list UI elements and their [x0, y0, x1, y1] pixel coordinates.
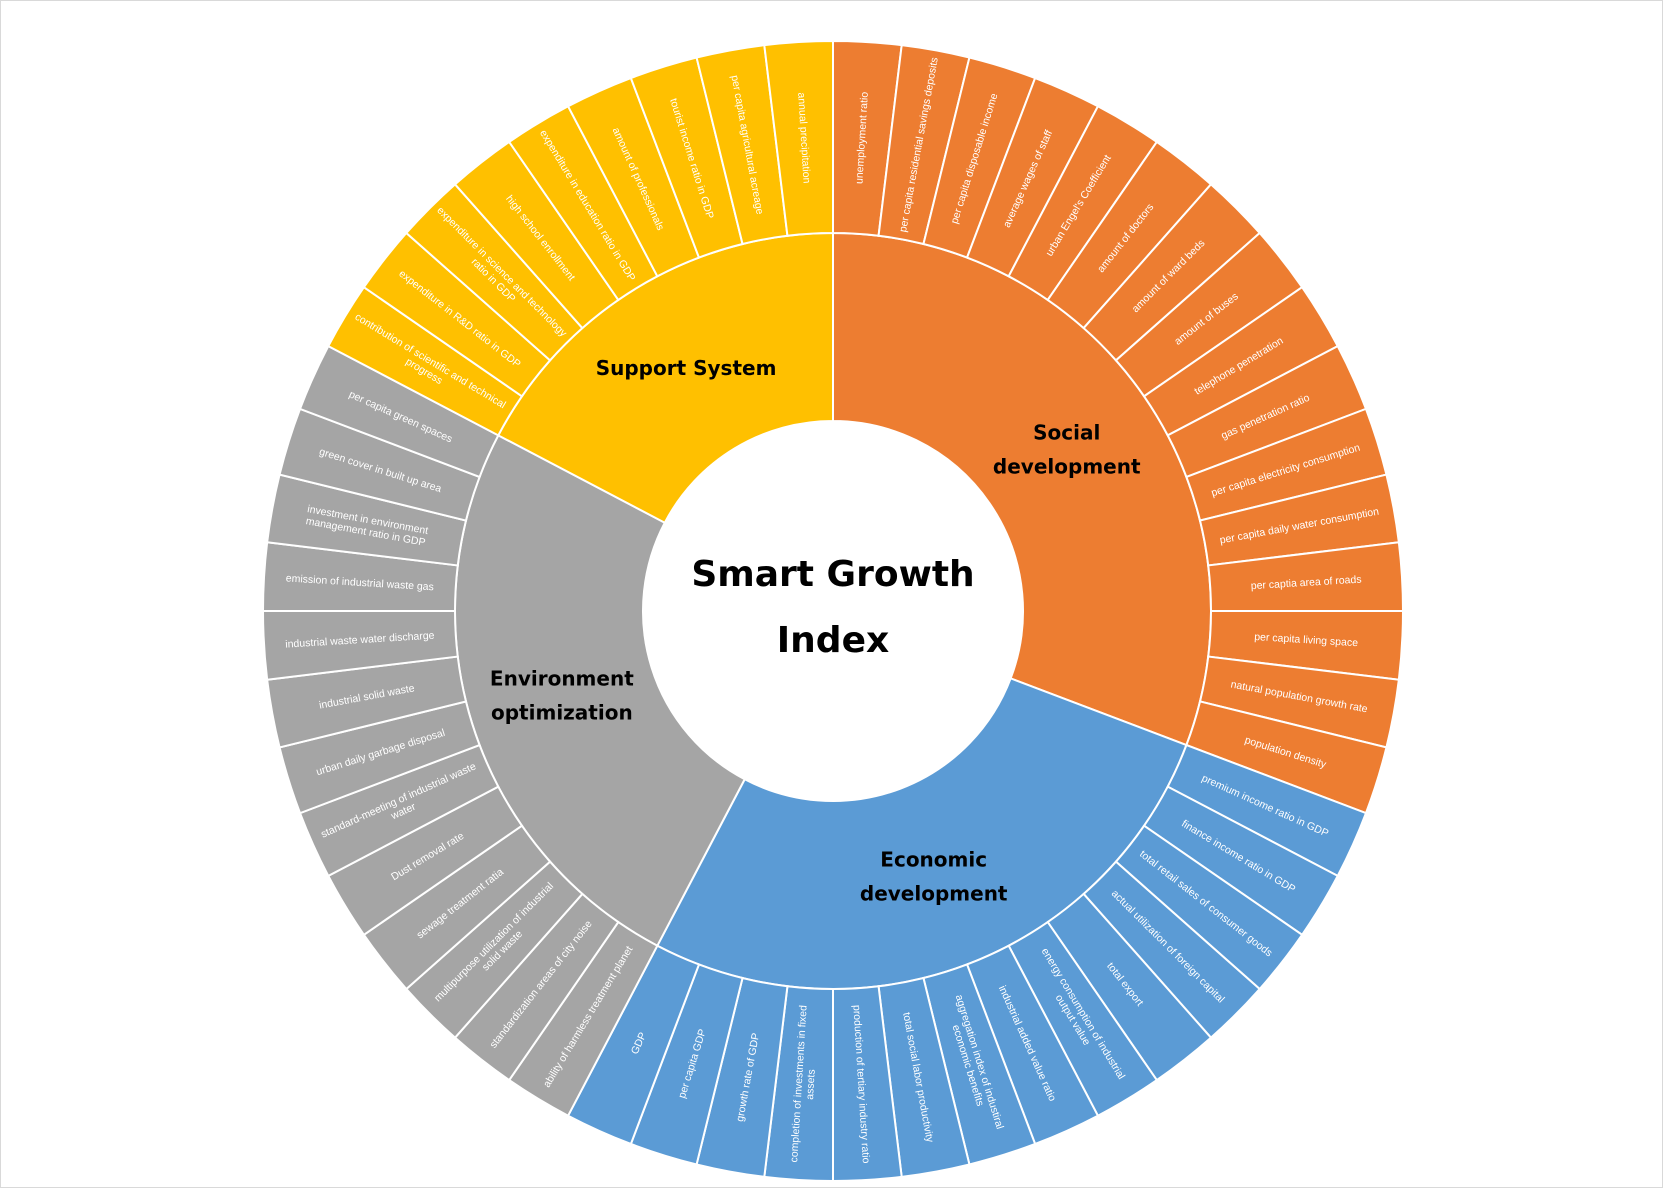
center-circle: [644, 422, 1022, 800]
group-label-line: optimization: [491, 700, 633, 724]
center-title-line: Smart Growth: [691, 554, 974, 595]
group-label-support-system: Support System: [596, 356, 777, 380]
group-label-line: Environment: [490, 666, 634, 690]
group-label-line: Economic: [880, 848, 987, 872]
sunburst-chart: unemployment ratio per capita residential…: [261, 39, 1405, 1183]
group-label-line: Social: [1033, 421, 1100, 445]
group-label-line: Support System: [596, 356, 777, 380]
group-label-line: development: [993, 455, 1141, 479]
center-title-line: Index: [777, 620, 889, 661]
group-label-line: development: [860, 882, 1008, 906]
leaf-label-line: assets: [804, 1069, 818, 1100]
chart-frame: unemployment ratio per capita residential…: [0, 0, 1663, 1188]
